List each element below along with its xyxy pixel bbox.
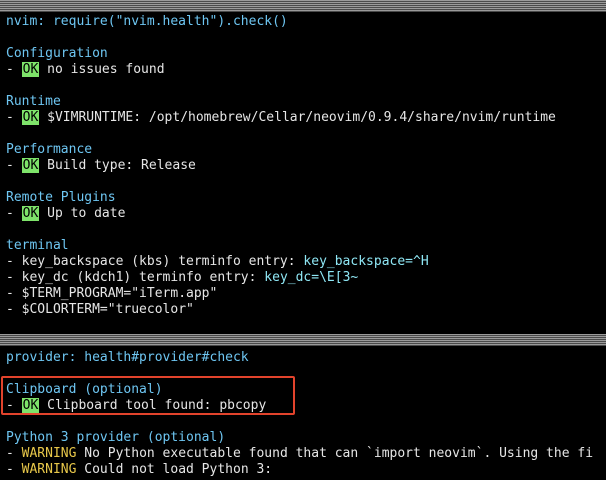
health-item: - OK Up to date bbox=[6, 206, 125, 222]
terminal-item: - $COLORTERM="truecolor" bbox=[6, 302, 194, 318]
separator-middle bbox=[0, 334, 606, 346]
status-ok-badge: OK bbox=[21, 398, 40, 413]
health-item: - WARNING No Python executable found tha… bbox=[6, 446, 593, 462]
status-ok-badge: OK bbox=[21, 110, 40, 125]
terminfo-value: key_dc=\E[3~ bbox=[264, 270, 359, 285]
health-item: - OK Clipboard tool found: pbcopy bbox=[6, 398, 266, 414]
item-text: Build type: Release bbox=[47, 158, 196, 173]
status-ok-badge: OK bbox=[21, 158, 40, 173]
section-header-nvim: nvim: require("nvim.health").check() bbox=[6, 14, 288, 29]
status-warning-label: WARNING bbox=[21, 462, 77, 477]
group-title-configuration: Configuration bbox=[6, 46, 108, 61]
item-text: no issues found bbox=[47, 62, 165, 77]
item-text: Up to date bbox=[47, 206, 126, 221]
terminal-item: - key_backspace (kbs) terminfo entry: ke… bbox=[6, 254, 429, 270]
item-text: key_dc (kdch1) terminfo entry: bbox=[21, 270, 265, 285]
status-warning-label: WARNING bbox=[21, 446, 77, 461]
bullet: - bbox=[6, 62, 22, 77]
terminal-item: - $TERM_PROGRAM="iTerm.app" bbox=[6, 286, 217, 302]
group-title-runtime: Runtime bbox=[6, 94, 61, 109]
group-title-python3: Python 3 provider (optional) bbox=[6, 430, 226, 445]
bullet: - bbox=[6, 462, 22, 477]
bullet: - bbox=[6, 286, 22, 301]
item-text: key_backspace (kbs) terminfo entry: bbox=[21, 254, 304, 269]
terminfo-value: key_backspace=^H bbox=[303, 254, 429, 269]
group-title-performance: Performance bbox=[6, 142, 93, 157]
bullet: - bbox=[6, 302, 22, 317]
health-item: - OK $VIMRUNTIME: /opt/homebrew/Cellar/n… bbox=[6, 110, 556, 126]
bullet: - bbox=[6, 158, 22, 173]
item-text: $COLORTERM="truecolor" bbox=[21, 302, 194, 317]
health-item: - OK Build type: Release bbox=[6, 158, 196, 174]
group-title-terminal: terminal bbox=[6, 238, 69, 253]
status-ok-badge: OK bbox=[21, 206, 40, 221]
item-text: Clipboard tool found: pbcopy bbox=[47, 398, 267, 413]
bullet: - bbox=[6, 446, 22, 461]
item-text: Could not load Python 3: bbox=[84, 462, 273, 477]
bullet: - bbox=[6, 110, 22, 125]
health-item: - WARNING Could not load Python 3: bbox=[6, 462, 272, 478]
item-text: $TERM_PROGRAM="iTerm.app" bbox=[21, 286, 218, 301]
bullet: - bbox=[6, 206, 22, 221]
section-header-provider: provider: health#provider#check bbox=[6, 350, 249, 365]
item-text: No Python executable found that can `imp… bbox=[84, 446, 594, 461]
group-title-remote-plugins: Remote Plugins bbox=[6, 190, 116, 205]
status-ok-badge: OK bbox=[21, 62, 40, 77]
health-item: - OK no issues found bbox=[6, 62, 165, 78]
bullet: - bbox=[6, 270, 22, 285]
item-text: $VIMRUNTIME: /opt/homebrew/Cellar/neovim… bbox=[47, 110, 556, 125]
separator-top bbox=[0, 0, 606, 12]
bullet: - bbox=[6, 398, 22, 413]
bullet: - bbox=[6, 254, 22, 269]
terminal-item: - key_dc (kdch1) terminfo entry: key_dc=… bbox=[6, 270, 358, 286]
group-title-clipboard: Clipboard (optional) bbox=[6, 382, 163, 397]
